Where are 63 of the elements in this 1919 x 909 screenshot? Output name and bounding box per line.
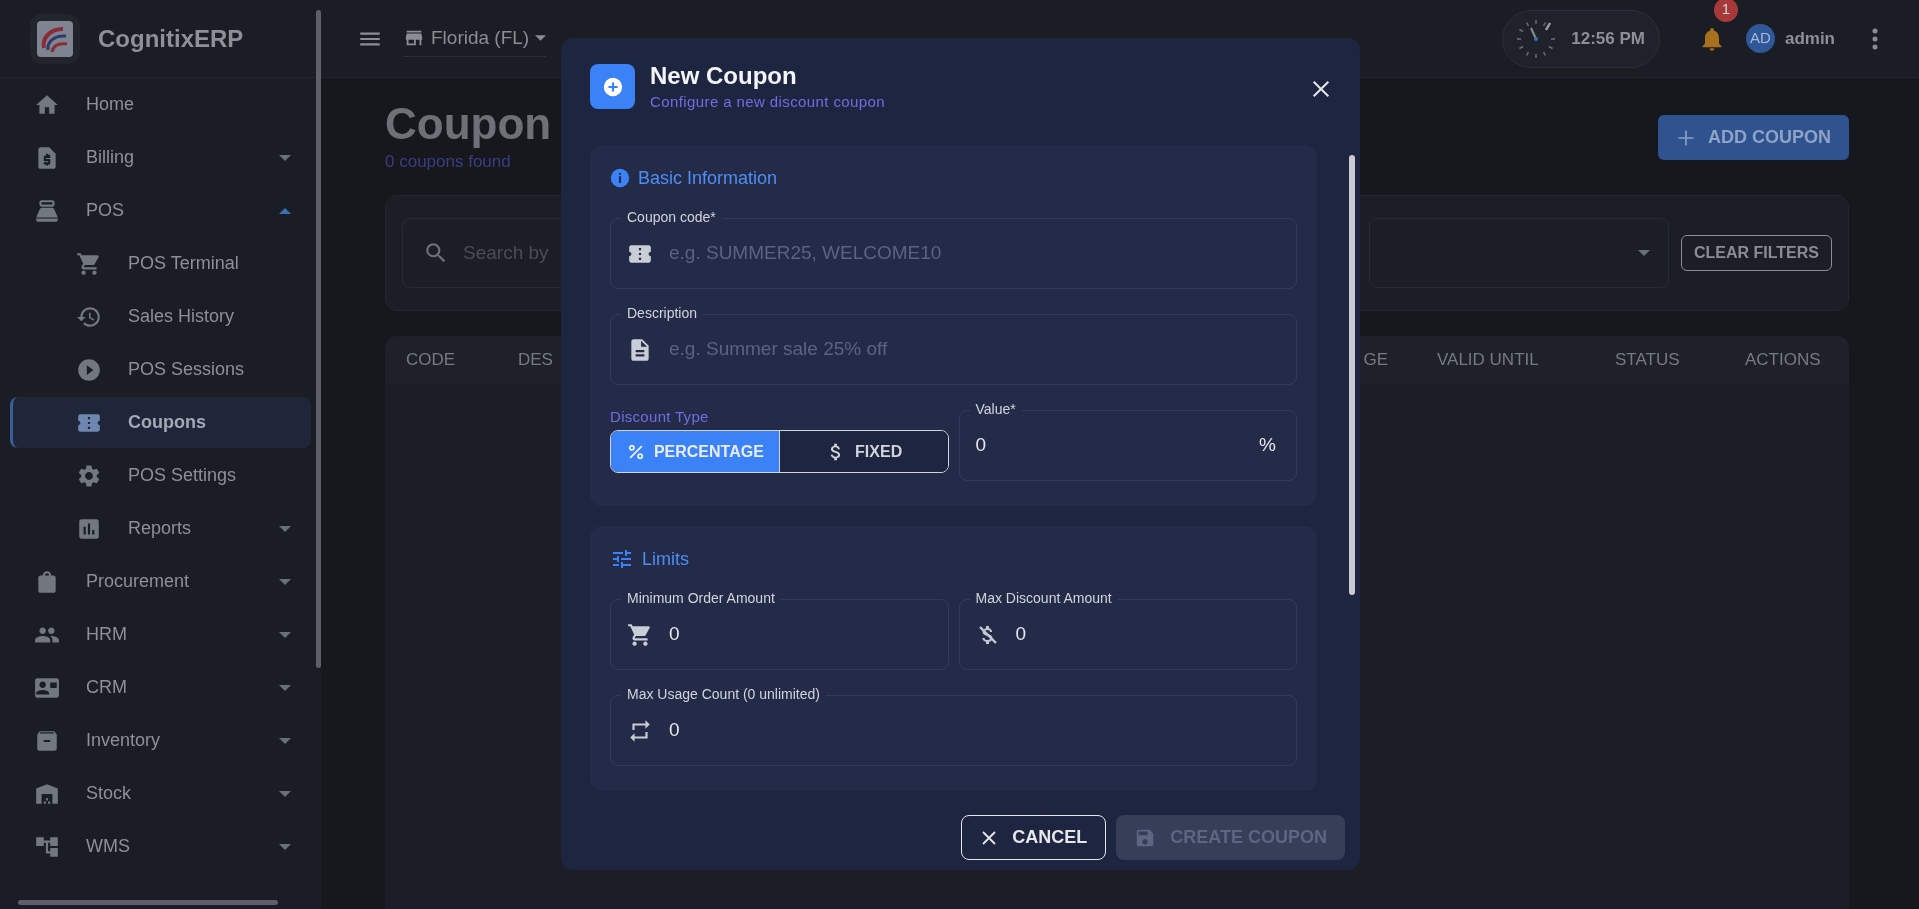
placeholder-text: e.g. Summer sale 25% off	[669, 337, 888, 362]
cart-icon	[76, 250, 102, 277]
nav-item[interactable]: HRM	[10, 609, 311, 660]
nav-item[interactable]: Home	[10, 79, 311, 130]
nav-item[interactable]: POS Settings	[10, 450, 311, 501]
dialog-subtitle: Configure a new discount coupon	[650, 92, 886, 112]
user-avatar[interactable]: AD	[1745, 24, 1775, 53]
play-icon	[76, 356, 102, 383]
cart-icon	[627, 621, 653, 648]
nav-item[interactable]: POS Sessions	[10, 344, 311, 395]
nav-item[interactable]: Stock	[10, 768, 311, 819]
result-count: 0 coupons found	[385, 151, 512, 173]
logo-icon	[30, 13, 80, 64]
unit-suffix: %	[1259, 433, 1276, 458]
nav-item[interactable]: Coupons	[10, 397, 311, 448]
column-header: VALID UNTIL	[1437, 349, 1539, 372]
more-icon[interactable]	[1871, 27, 1879, 50]
page-title: Coupon	[385, 98, 552, 150]
dialog-scrollbar[interactable]	[1349, 155, 1355, 595]
dialog-title: New Coupon	[650, 61, 798, 91]
nav-item[interactable]: POS	[10, 185, 311, 236]
column-header: STATUS	[1615, 349, 1680, 372]
sliders-icon	[610, 547, 634, 571]
add-coupon-button[interactable]: ADD COUPON	[1658, 115, 1849, 160]
field-value: 0	[669, 622, 680, 647]
nav-item[interactable]: POS Terminal	[10, 238, 311, 289]
close-icon	[980, 828, 999, 847]
nav-item[interactable]: WMS	[10, 821, 311, 872]
nav-item[interactable]: Inventory	[10, 715, 311, 766]
column-header: ACTIONS	[1745, 349, 1821, 372]
nav-item[interactable]: Sales History	[10, 291, 311, 342]
brand-name: CognitixERP	[98, 23, 244, 54]
field-value: 0	[1015, 622, 1027, 647]
notification-badge: 1	[1713, 0, 1738, 22]
clear-filters-button[interactable]: CLEAR FILTERS	[1680, 235, 1832, 271]
info-icon	[610, 168, 630, 188]
column-header: DES	[518, 349, 553, 372]
nav-item[interactable]: Reports	[10, 503, 311, 554]
location-selector[interactable]: Florida (FL)	[403, 19, 547, 58]
column-header: CODE	[406, 349, 456, 372]
nav-item[interactable]: Billing	[10, 132, 311, 183]
close-icon[interactable]	[1310, 78, 1332, 100]
horizontal-scrollbar[interactable]	[18, 900, 278, 905]
nav-item[interactable]: Procurement	[10, 556, 311, 607]
section-title: Basic Information	[638, 166, 778, 190]
column-header: GE	[1363, 349, 1388, 372]
field-label: Discount Type	[610, 407, 710, 427]
nav-item[interactable]: CRM	[10, 662, 311, 713]
cancel-button[interactable]: CANCEL	[961, 815, 1107, 860]
add-icon	[590, 64, 635, 109]
clock-time: 12:56 PM	[1571, 27, 1645, 50]
caret-icon	[535, 35, 547, 41]
repeat-icon	[627, 717, 653, 744]
section-title: Limits	[642, 547, 689, 571]
cash-register-icon	[34, 197, 60, 224]
field-value: 0	[975, 433, 987, 458]
segment-option[interactable]: PERCENTAGE	[611, 431, 779, 472]
scrollbar[interactable]	[316, 10, 321, 668]
caret-icon	[1637, 250, 1650, 256]
segment-option[interactable]: FIXED	[778, 431, 948, 472]
user-name[interactable]: admin	[1784, 25, 1835, 52]
field-value: 0	[669, 718, 680, 743]
placeholder-text: e.g. SUMMER25, WELCOME10	[669, 241, 942, 266]
